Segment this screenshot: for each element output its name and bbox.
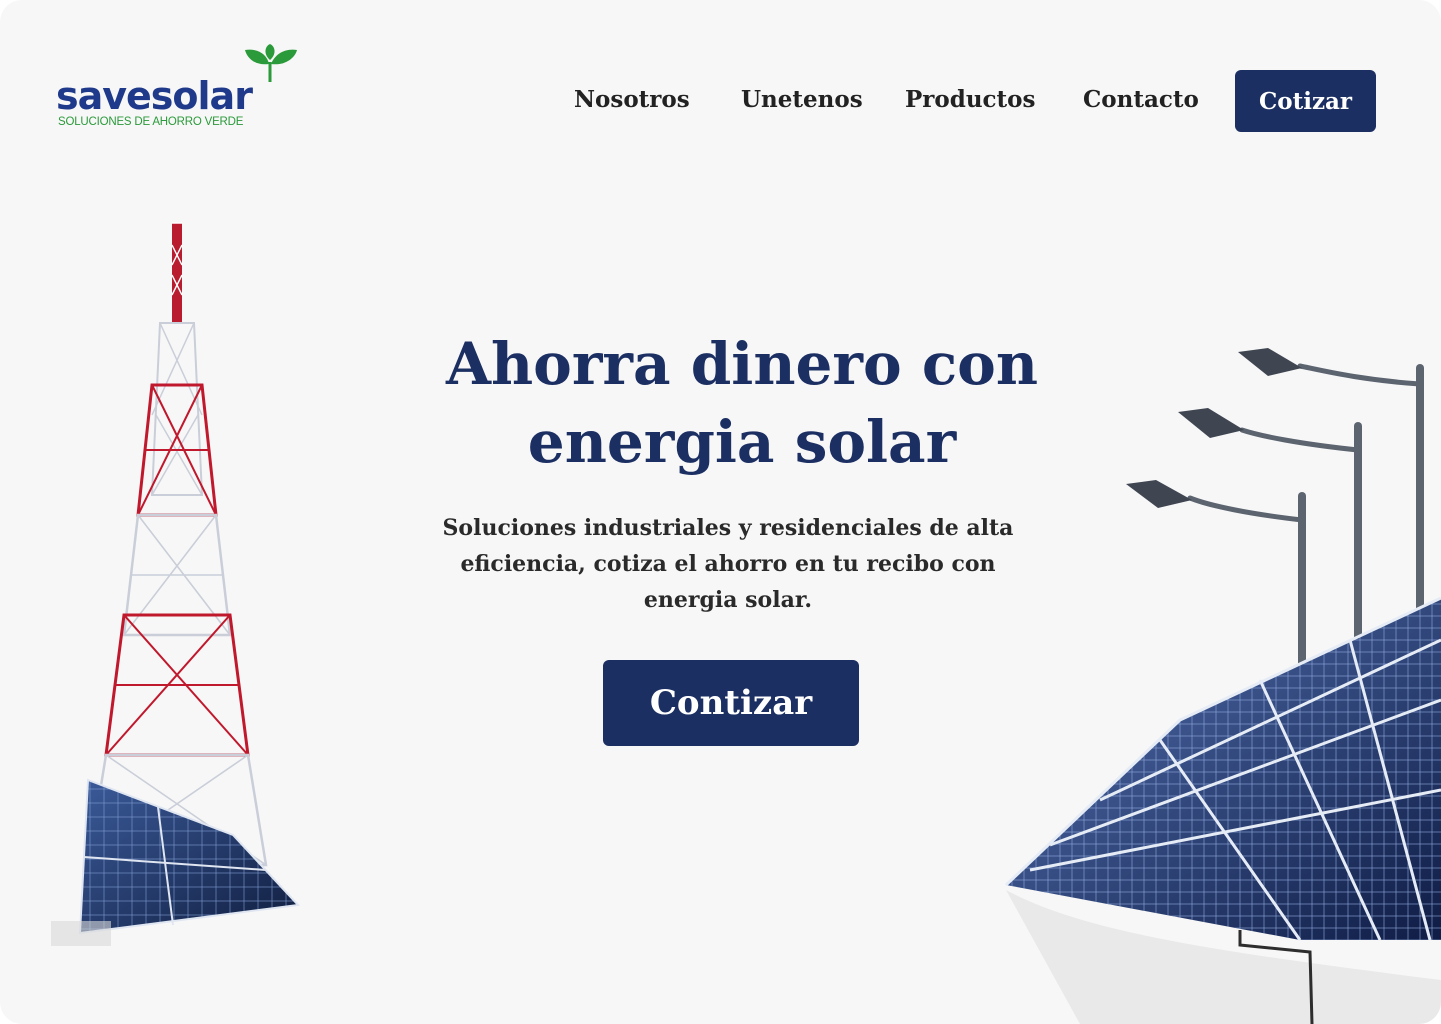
cotizar-button[interactable]: Cotizar: [1235, 70, 1376, 132]
solar-panels-street-lamps-image: [1004, 348, 1441, 1024]
contizar-button[interactable]: Contizar: [603, 660, 859, 746]
telecom-tower-solar-image: [51, 222, 301, 946]
nav-item-productos[interactable]: Productos: [905, 86, 1035, 113]
landing-page: savesolar SOLUCIONES DE AHORRO VERDE Nos…: [0, 0, 1441, 1024]
nav-item-unetenos[interactable]: Unetenos: [741, 86, 863, 113]
main-nav: Nosotros Unetenos Productos Contacto Cot…: [0, 70, 1441, 132]
nav-item-contacto[interactable]: Contacto: [1083, 86, 1199, 113]
hero-title: Ahorra dinero con energia solar: [445, 330, 1038, 476]
hero-subtitle: Soluciones industriales y residenciales …: [442, 515, 1014, 613]
nav-item-nosotros[interactable]: Nosotros: [574, 86, 690, 113]
